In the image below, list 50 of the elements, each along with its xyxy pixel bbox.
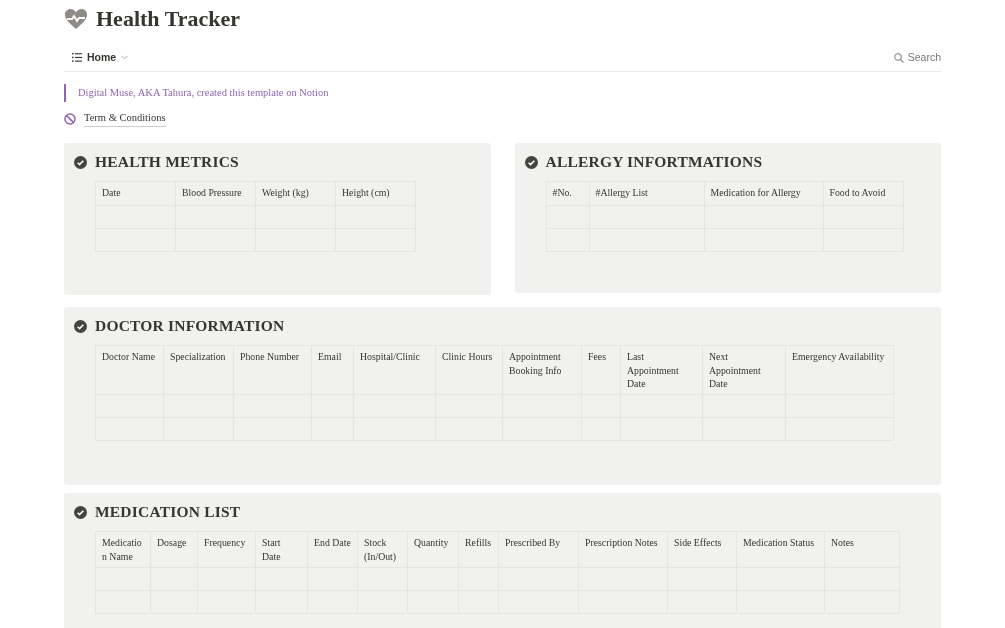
check-circle-icon bbox=[524, 155, 538, 169]
column-header: End Date bbox=[307, 532, 358, 568]
column-header: Weight (kg) bbox=[255, 182, 336, 206]
column-header: #Allergy List bbox=[589, 182, 704, 206]
column-header: Blood Pressure bbox=[175, 182, 256, 206]
callout-text: Digital Muse, AKA Tahura, created this template on Notion bbox=[64, 84, 941, 103]
section-heading: DOCTOR INFORMATION bbox=[95, 316, 285, 336]
column-header: Date bbox=[95, 182, 176, 206]
column-header: Food to Avoid bbox=[823, 182, 903, 206]
view-tab[interactable]: Home bbox=[64, 50, 129, 66]
section-heading: MEDICATION LIST bbox=[95, 502, 241, 522]
column-header: Specialization bbox=[163, 346, 234, 395]
search-icon bbox=[893, 52, 904, 63]
column-header: Quantity bbox=[407, 532, 459, 568]
check-circle-icon bbox=[74, 505, 87, 519]
column-header: Dosage bbox=[150, 532, 198, 568]
section-heading: HEALTH METRICS bbox=[95, 152, 239, 172]
column-header: Fees bbox=[581, 346, 621, 395]
heart-pulse-icon bbox=[64, 8, 88, 31]
section-heading: ALLERGY INFORTMATIONS bbox=[545, 152, 763, 172]
prohibited-icon bbox=[64, 112, 76, 125]
column-header: Refills bbox=[458, 532, 499, 568]
column-header: Email bbox=[311, 346, 354, 395]
column-header: Last Appointment Date bbox=[620, 346, 703, 395]
column-header: Clinic Hours bbox=[435, 346, 503, 395]
column-header: Hospital/Clinic bbox=[353, 346, 436, 395]
column-header: Medication Name bbox=[95, 532, 151, 568]
column-header: Side Effects bbox=[667, 532, 737, 568]
chevron-down-icon bbox=[121, 55, 129, 61]
terms-link[interactable]: Term & Conditions bbox=[84, 110, 166, 127]
page-title: Health Tracker bbox=[96, 6, 240, 33]
list-icon bbox=[72, 53, 82, 63]
column-header: Prescribed By bbox=[498, 532, 579, 568]
column-header: Start Date bbox=[255, 532, 308, 568]
column-header: Height (cm) bbox=[335, 182, 416, 206]
column-header: Stock (In/Out) bbox=[357, 532, 408, 568]
column-header: Medication for Allergy bbox=[704, 182, 823, 206]
column-header: Next Appointment Date bbox=[702, 346, 786, 395]
search-button[interactable]: Search bbox=[893, 50, 941, 66]
column-header: Prescription Notes bbox=[578, 532, 668, 568]
column-header: #No. bbox=[546, 182, 589, 206]
column-header: Notes bbox=[824, 532, 900, 568]
column-header: Emergency Availability bbox=[785, 346, 894, 395]
column-header: Frequency bbox=[197, 532, 256, 568]
check-circle-icon bbox=[74, 155, 87, 169]
column-header: Medication Status bbox=[736, 532, 825, 568]
column-header: Phone Number bbox=[233, 346, 312, 395]
column-header: Doctor Name bbox=[95, 346, 164, 395]
column-header: Appointment Booking Info bbox=[502, 346, 582, 395]
check-circle-icon bbox=[74, 319, 87, 333]
